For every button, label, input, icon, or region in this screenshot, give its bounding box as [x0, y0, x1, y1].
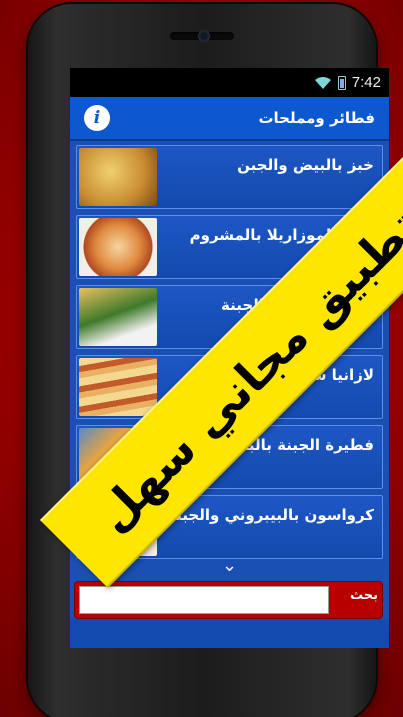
battery-icon: [337, 75, 346, 90]
recipe-thumbnail: [79, 218, 157, 276]
recipe-thumbnail: [79, 148, 157, 206]
search-input[interactable]: [79, 586, 329, 614]
front-camera: [198, 30, 210, 42]
recipe-thumbnail: [79, 288, 157, 346]
status-time: 7:42: [351, 74, 381, 91]
search-button[interactable]: بحث: [350, 588, 378, 603]
list-item[interactable]: خبز بالبيض والجبن: [76, 145, 383, 209]
page-title: فطائر ومملحات: [258, 109, 375, 127]
recipe-thumbnail: [79, 358, 157, 416]
wifi-icon: [314, 76, 331, 89]
status-bar: 7:42: [70, 68, 389, 97]
recipe-label: خبز بالبيض والجبن: [237, 156, 374, 174]
recipe-label: كرواسون بالبيبروني والجبنة: [167, 506, 374, 524]
search-bar: بحث: [74, 581, 383, 619]
app-bar: i فطائر ومملحات: [70, 97, 389, 141]
chevron-down-icon[interactable]: ⌄: [222, 555, 237, 576]
bottom-strip: [70, 619, 389, 648]
info-icon[interactable]: i: [84, 105, 110, 131]
